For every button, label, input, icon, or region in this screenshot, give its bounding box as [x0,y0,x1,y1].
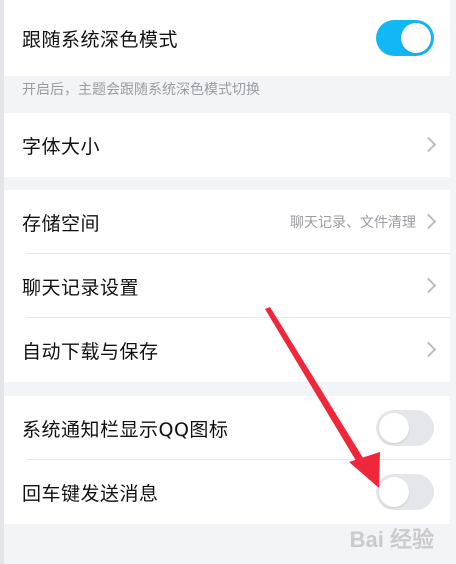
notify-icon-label: 系统通知栏显示QQ图标 [22,418,229,441]
enter-send-label: 回车键发送消息 [22,482,159,505]
font-size-row[interactable]: 字体大小 [4,113,450,177]
toggle-knob [401,23,431,53]
storage-label: 存储空间 [22,212,101,235]
settings-screen: 跟随系统深色模式 开启后，主题会跟随系统深色模式切换 字体大小 存储空间 聊天记… [0,0,456,564]
chat-history-row[interactable]: 聊天记录设置 [4,254,450,318]
toggle-knob [379,413,409,443]
chat-history-label: 聊天记录设置 [22,276,140,299]
notify-icon-toggle[interactable] [376,410,434,446]
dark-mode-hint: 开启后，主题会跟随系统深色模式切换 [22,82,260,98]
watermark-logo: Bai 经验 [349,527,434,552]
storage-row[interactable]: 存储空间 聊天记录、文件清理 [4,190,450,254]
dark-mode-toggle[interactable] [376,20,434,56]
auto-download-label: 自动下载与保存 [22,340,159,363]
dark-mode-row[interactable]: 跟随系统深色模式 [4,0,450,76]
storage-value: 聊天记录、文件清理 [290,215,416,231]
dark-mode-label: 跟随系统深色模式 [22,28,179,51]
chevron-right-icon [420,277,437,294]
chevron-right-icon [420,136,437,153]
chevron-right-icon [420,213,437,230]
font-size-label: 字体大小 [22,135,101,158]
enter-send-toggle[interactable] [376,474,434,510]
enter-send-row[interactable]: 回车键发送消息 [4,460,450,524]
auto-download-row[interactable]: 自动下载与保存 [4,318,450,382]
chevron-right-icon [420,341,437,358]
toggle-knob [379,477,409,507]
notify-icon-row[interactable]: 系统通知栏显示QQ图标 [4,396,450,460]
